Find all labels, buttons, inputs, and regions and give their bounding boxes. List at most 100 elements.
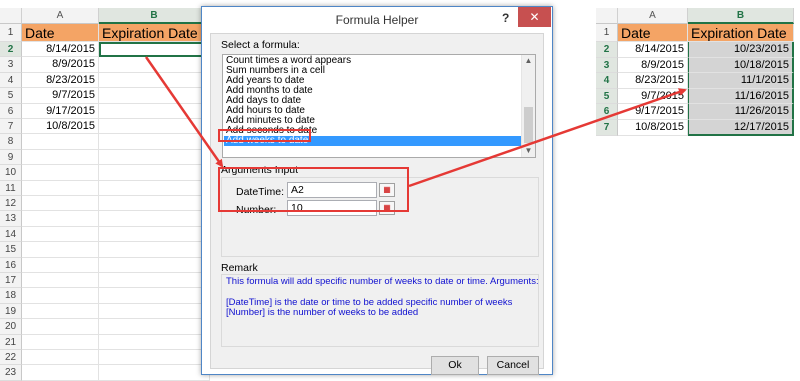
empty-cell[interactable] xyxy=(99,72,210,89)
row-header[interactable]: 16 xyxy=(0,257,22,273)
row-header[interactable]: 20 xyxy=(0,319,22,335)
empty-cell[interactable] xyxy=(22,211,99,227)
help-button[interactable]: ? xyxy=(502,11,509,25)
row-header[interactable]: 10 xyxy=(0,165,22,181)
date-cell[interactable]: 8/23/2015 xyxy=(618,73,688,89)
empty-cell[interactable] xyxy=(22,165,99,181)
row-header[interactable]: 11 xyxy=(0,180,22,196)
header-cell-expiration-date[interactable]: Expiration Date xyxy=(99,24,210,42)
row-header[interactable]: 4 xyxy=(596,73,618,89)
corner-header[interactable] xyxy=(0,8,22,24)
close-button[interactable]: ✕ xyxy=(518,7,551,27)
row-header[interactable]: 2 xyxy=(596,42,618,58)
expiration-cell[interactable]: 11/26/2015 xyxy=(688,104,794,120)
row-header[interactable]: 14 xyxy=(0,226,22,243)
empty-cell[interactable] xyxy=(22,196,99,212)
row-header[interactable]: 1 xyxy=(0,24,22,42)
empty-cell[interactable] xyxy=(99,149,210,166)
column-header-b[interactable]: B xyxy=(688,8,794,24)
empty-cell[interactable] xyxy=(99,350,210,366)
empty-cell[interactable] xyxy=(99,319,210,335)
empty-cell[interactable] xyxy=(22,303,99,320)
empty-cell[interactable] xyxy=(22,226,99,243)
row-header[interactable]: 7 xyxy=(0,119,22,135)
empty-cell[interactable] xyxy=(22,242,99,258)
row-header[interactable]: 4 xyxy=(0,72,22,89)
empty-cell[interactable] xyxy=(99,257,210,273)
empty-cell[interactable] xyxy=(99,242,210,258)
empty-cell[interactable] xyxy=(22,365,99,381)
empty-cell[interactable] xyxy=(99,88,210,104)
row-header[interactable]: 17 xyxy=(0,273,22,289)
empty-cell[interactable] xyxy=(22,257,99,273)
expiration-cell[interactable]: 11/16/2015 xyxy=(688,88,794,105)
row-header[interactable]: 19 xyxy=(0,303,22,320)
empty-cell[interactable] xyxy=(99,165,210,181)
header-cell-date[interactable]: Date xyxy=(618,24,688,42)
row-header[interactable]: 13 xyxy=(0,211,22,227)
date-cell[interactable]: 10/8/2015 xyxy=(618,120,688,136)
column-header-a[interactable]: A xyxy=(618,8,688,24)
empty-cell[interactable] xyxy=(99,180,210,196)
empty-cell[interactable] xyxy=(99,57,210,73)
formula-listbox[interactable]: Count times a word appears Sum numbers in… xyxy=(222,54,536,158)
empty-cell[interactable] xyxy=(99,119,210,135)
row-header[interactable]: 3 xyxy=(0,57,22,73)
empty-cell[interactable] xyxy=(22,180,99,196)
scroll-up-arrow-icon[interactable]: ▲ xyxy=(522,55,535,67)
empty-cell[interactable] xyxy=(22,134,99,150)
empty-cell[interactable] xyxy=(99,134,210,150)
active-cell-b2[interactable] xyxy=(99,42,210,58)
row-header[interactable]: 22 xyxy=(0,350,22,366)
header-cell-date[interactable]: Date xyxy=(22,24,99,42)
row-header[interactable]: 2 xyxy=(0,42,22,58)
date-cell[interactable]: 10/8/2015 xyxy=(22,119,99,135)
cancel-button[interactable]: Cancel xyxy=(487,356,539,375)
scrollbar-thumb[interactable] xyxy=(524,107,533,143)
date-cell[interactable]: 9/7/2015 xyxy=(618,88,688,105)
expiration-cell[interactable]: 10/23/2015 xyxy=(688,42,794,58)
date-cell[interactable]: 8/9/2015 xyxy=(618,57,688,74)
row-header[interactable]: 12 xyxy=(0,196,22,212)
expiration-cell[interactable]: 11/1/2015 xyxy=(688,73,794,89)
row-header[interactable]: 18 xyxy=(0,288,22,304)
empty-cell[interactable] xyxy=(99,288,210,304)
date-cell[interactable]: 8/9/2015 xyxy=(22,57,99,73)
row-header[interactable]: 3 xyxy=(596,57,618,74)
row-header[interactable]: 6 xyxy=(0,103,22,119)
row-header[interactable]: 15 xyxy=(0,242,22,258)
empty-cell[interactable] xyxy=(22,149,99,166)
empty-cell[interactable] xyxy=(99,211,210,227)
date-cell[interactable]: 8/14/2015 xyxy=(22,42,99,58)
empty-cell[interactable] xyxy=(22,273,99,289)
empty-cell[interactable] xyxy=(99,334,210,350)
row-header[interactable]: 7 xyxy=(596,120,618,136)
date-cell[interactable]: 8/23/2015 xyxy=(22,72,99,89)
row-header[interactable]: 6 xyxy=(596,104,618,120)
corner-header[interactable] xyxy=(596,8,618,24)
empty-cell[interactable] xyxy=(22,350,99,366)
expiration-cell[interactable]: 10/18/2015 xyxy=(688,57,794,74)
column-header-b[interactable]: B xyxy=(99,8,210,24)
date-cell[interactable]: 9/7/2015 xyxy=(22,88,99,104)
expiration-cell[interactable]: 12/17/2015 xyxy=(688,120,794,136)
listbox-scrollbar[interactable]: ▲ ▼ xyxy=(521,55,535,157)
row-header[interactable]: 8 xyxy=(0,134,22,150)
row-header[interactable]: 21 xyxy=(0,334,22,350)
ok-button[interactable]: Ok xyxy=(431,356,479,375)
empty-cell[interactable] xyxy=(22,288,99,304)
date-cell[interactable]: 8/14/2015 xyxy=(618,42,688,58)
empty-cell[interactable] xyxy=(99,303,210,320)
column-header-a[interactable]: A xyxy=(22,8,99,24)
empty-cell[interactable] xyxy=(99,196,210,212)
date-cell[interactable]: 9/17/2015 xyxy=(22,103,99,119)
empty-cell[interactable] xyxy=(99,365,210,381)
date-cell[interactable]: 9/17/2015 xyxy=(618,104,688,120)
empty-cell[interactable] xyxy=(22,319,99,335)
scroll-down-arrow-icon[interactable]: ▼ xyxy=(522,145,535,157)
row-header[interactable]: 5 xyxy=(0,88,22,104)
empty-cell[interactable] xyxy=(22,334,99,350)
row-header[interactable]: 1 xyxy=(596,24,618,42)
row-header[interactable]: 9 xyxy=(0,149,22,166)
header-cell-expiration-date[interactable]: Expiration Date xyxy=(688,24,794,42)
